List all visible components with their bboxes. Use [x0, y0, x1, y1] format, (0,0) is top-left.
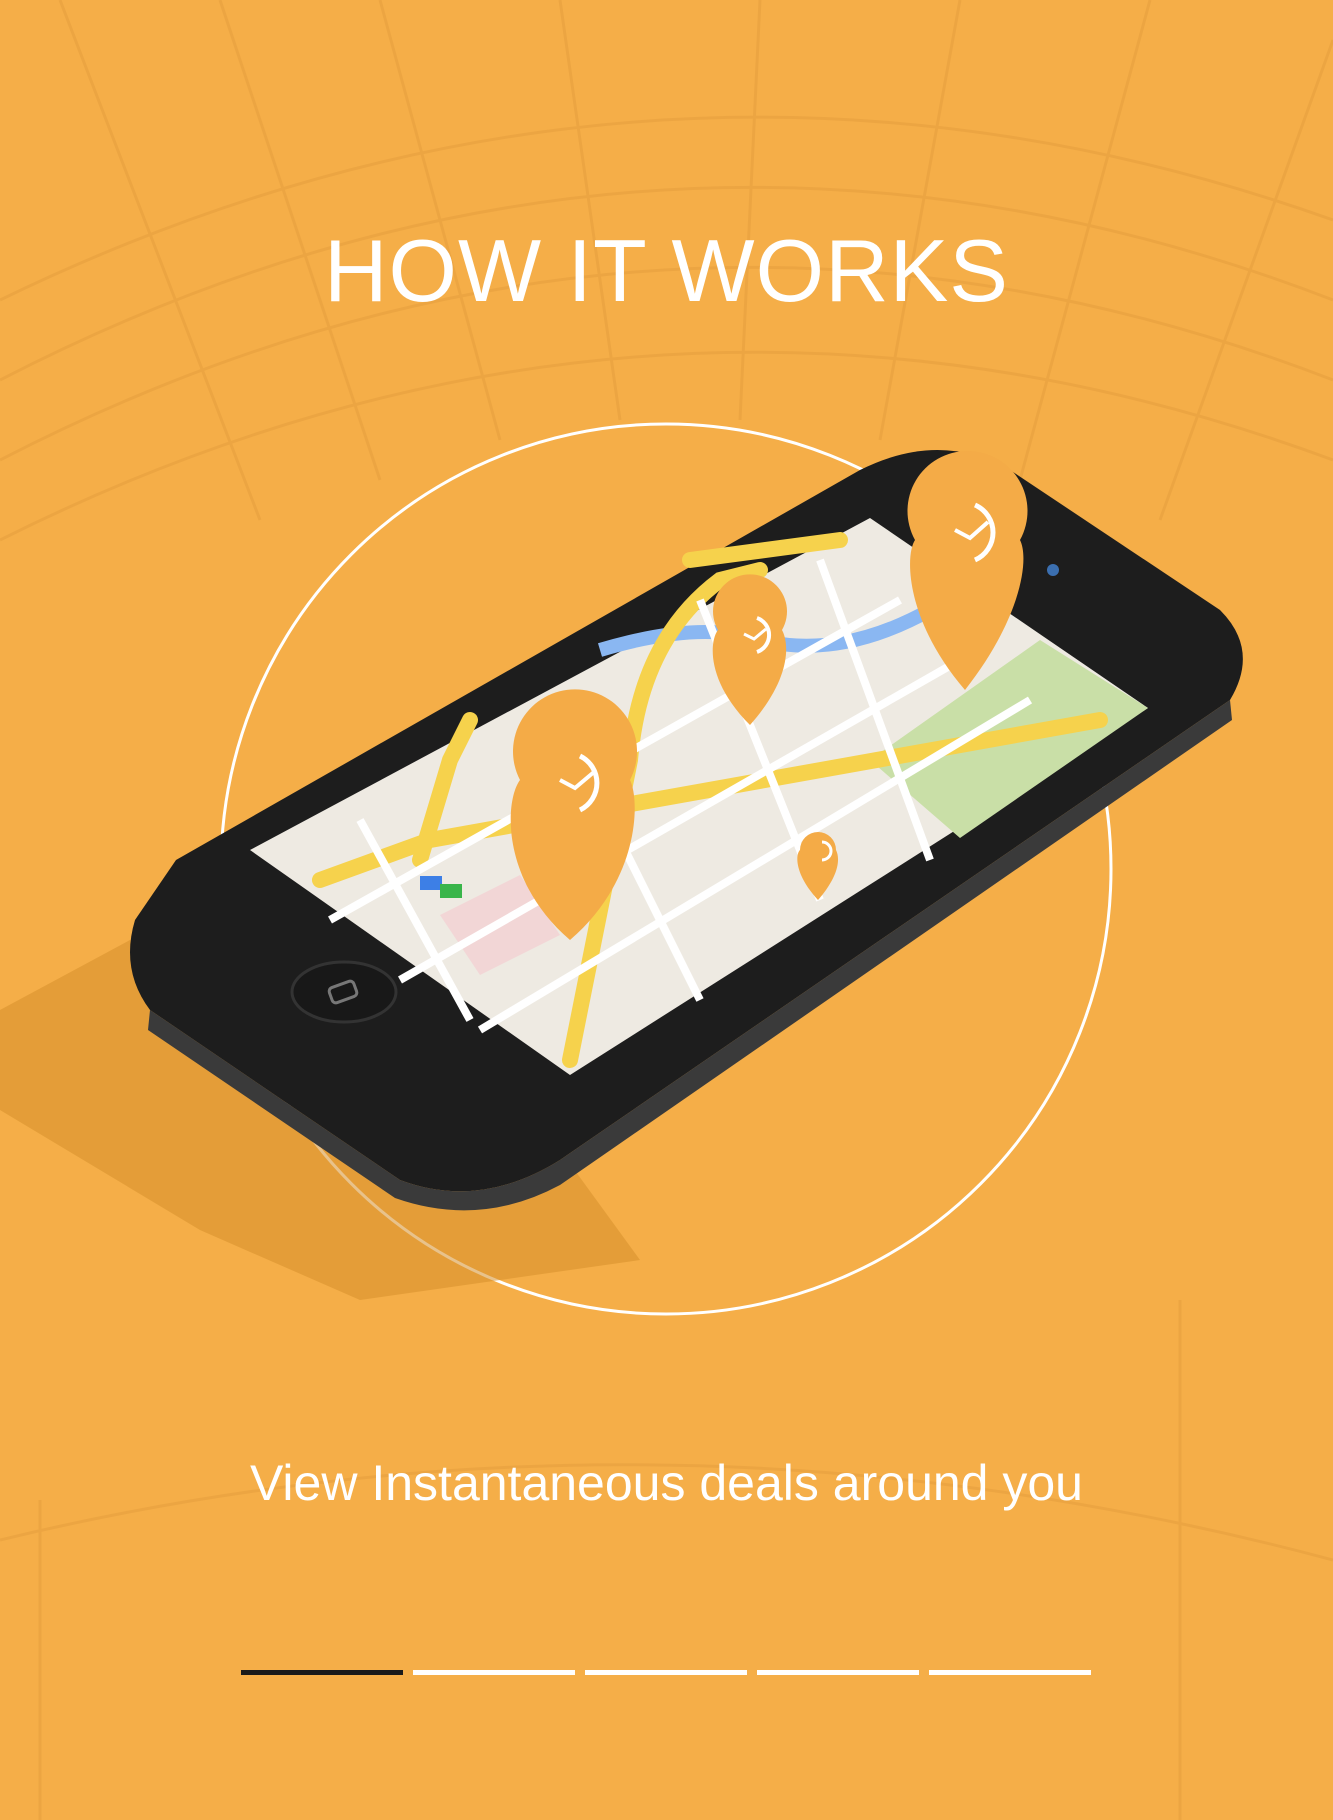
phone — [130, 450, 1243, 1211]
pager-step-4[interactable] — [757, 1670, 919, 1675]
home-button-icon — [290, 960, 398, 1024]
pager-step-1[interactable] — [241, 1670, 403, 1675]
feature-caption: View Instantaneous deals around you — [249, 1455, 1083, 1511]
pager-step-3[interactable] — [585, 1670, 747, 1675]
pager-step-5[interactable] — [929, 1670, 1091, 1675]
onboarding-pager — [241, 1670, 1091, 1678]
phone-map-illustration — [0, 422, 1243, 1316]
pager-step-2[interactable] — [413, 1670, 575, 1675]
